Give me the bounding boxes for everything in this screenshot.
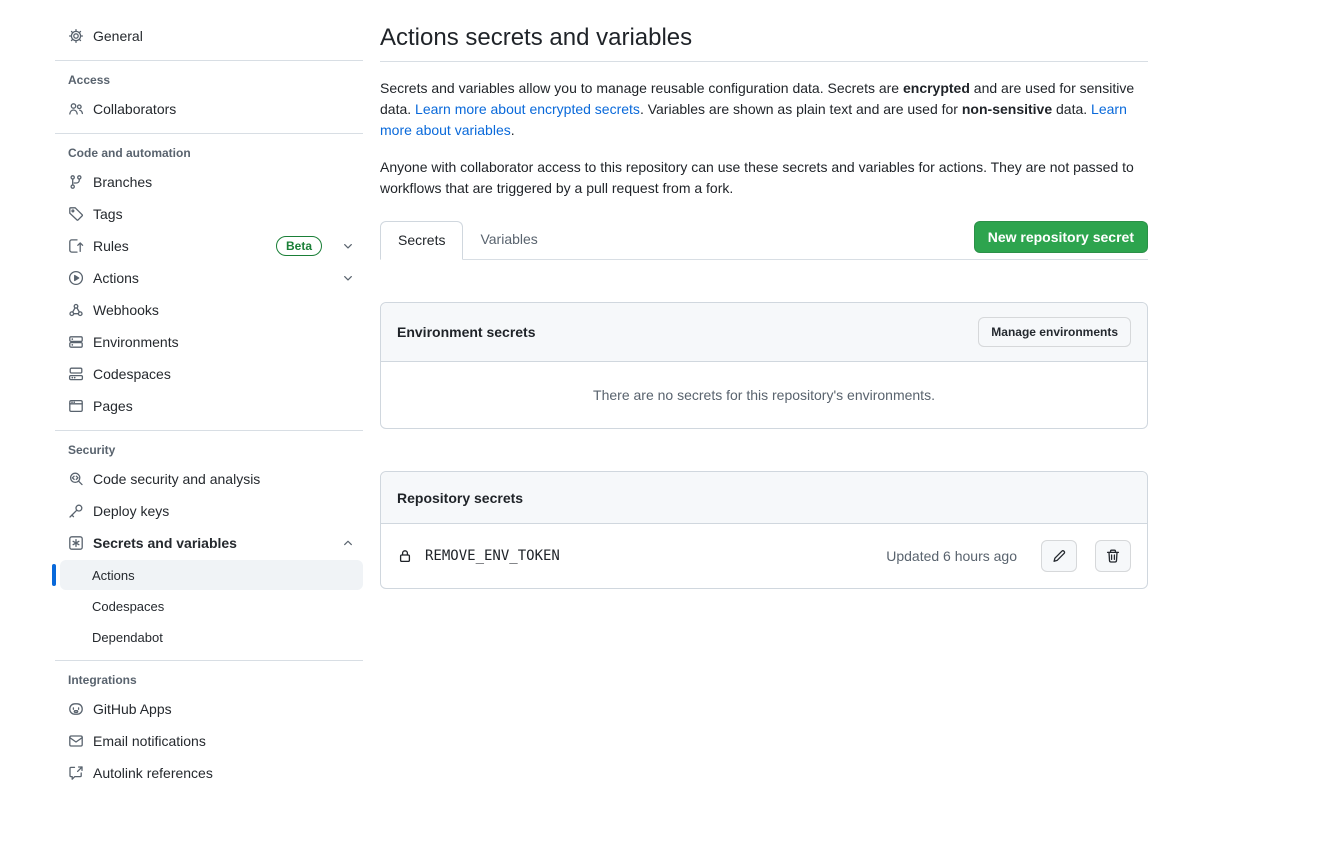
chevron-up-icon xyxy=(341,536,355,550)
people-icon xyxy=(68,101,84,117)
sidebar-item-label: GitHub Apps xyxy=(93,701,172,717)
chevron-down-icon xyxy=(341,271,355,285)
server-icon xyxy=(68,334,84,350)
secret-updated-timestamp: Updated 6 hours ago xyxy=(886,548,1017,564)
settings-sidebar: General Access Collaborators Code and au… xyxy=(55,20,363,789)
sidebar-item-webhooks[interactable]: Webhooks xyxy=(55,294,363,326)
manage-environments-button[interactable]: Manage environments xyxy=(978,317,1131,347)
beta-badge: Beta xyxy=(276,236,322,256)
sidebar-item-label: Codespaces xyxy=(93,366,171,382)
intro-text: data. xyxy=(1052,101,1091,117)
sidebar-item-codespaces[interactable]: Codespaces xyxy=(55,358,363,390)
subnav-item-dependabot[interactable]: Dependabot xyxy=(60,622,363,652)
intro-paragraph: Secrets and variables allow you to manag… xyxy=(380,78,1148,141)
git-branch-icon xyxy=(68,174,84,190)
codespaces-icon xyxy=(68,366,84,382)
rules-icon xyxy=(68,238,84,254)
tab-secrets[interactable]: Secrets xyxy=(380,221,463,260)
sidebar-item-label: Actions xyxy=(93,270,139,286)
environment-secrets-card: Environment secrets Manage environments … xyxy=(380,302,1148,429)
lock-icon xyxy=(397,548,413,564)
cross-reference-icon xyxy=(68,765,84,781)
sidebar-item-email-notifications[interactable]: Email notifications xyxy=(55,725,363,757)
sidebar-item-deploy-keys[interactable]: Deploy keys xyxy=(55,495,363,527)
sidebar-divider xyxy=(55,660,363,661)
environment-secrets-header: Environment secrets Manage environments xyxy=(381,303,1147,362)
sidebar-item-label: Collaborators xyxy=(93,101,176,117)
secrets-variables-subnav: Actions Codespaces Dependabot xyxy=(55,560,363,652)
new-repository-secret-button[interactable]: New repository secret xyxy=(974,221,1148,253)
secrets-variables-tabnav: Secrets Variables New repository secret xyxy=(380,221,1148,260)
sidebar-item-label: Autolink references xyxy=(93,765,213,781)
intro-text: Secrets and variables allow you to manag… xyxy=(380,80,903,96)
sidebar-item-label: Branches xyxy=(93,174,152,190)
sidebar-item-label: Webhooks xyxy=(93,302,159,318)
secret-row: REMOVE_ENV_TOKEN Updated 6 hours ago xyxy=(381,524,1147,588)
sidebar-item-branches[interactable]: Branches xyxy=(55,166,363,198)
codescan-icon xyxy=(68,471,84,487)
fork-access-paragraph: Anyone with collaborator access to this … xyxy=(380,157,1148,199)
sidebar-item-general[interactable]: General xyxy=(55,20,363,52)
mail-icon xyxy=(68,733,84,749)
sidebar-item-label: Tags xyxy=(93,206,123,222)
environment-secrets-title: Environment secrets xyxy=(397,324,536,340)
sidebar-item-label: Pages xyxy=(93,398,133,414)
play-icon xyxy=(68,270,84,286)
intro-bold-encrypted: encrypted xyxy=(903,80,970,96)
delete-secret-button[interactable] xyxy=(1095,540,1131,572)
repository-secrets-title: Repository secrets xyxy=(397,490,523,506)
page-title: Actions secrets and variables xyxy=(380,24,1148,62)
subnav-item-actions[interactable]: Actions xyxy=(60,560,363,590)
intro-text: . Variables are shown as plain text and … xyxy=(640,101,962,117)
sidebar-item-tags[interactable]: Tags xyxy=(55,198,363,230)
sidebar-item-label: Environments xyxy=(93,334,179,350)
sidebar-section-code-automation: Code and automation xyxy=(55,142,363,166)
gear-icon xyxy=(68,28,84,44)
sidebar-item-label: Code security and analysis xyxy=(93,471,260,487)
repository-secrets-header: Repository secrets xyxy=(381,472,1147,524)
sidebar-item-environments[interactable]: Environments xyxy=(55,326,363,358)
sidebar-section-integrations: Integrations xyxy=(55,669,363,693)
main-content: Actions secrets and variables Secrets an… xyxy=(380,0,1148,589)
tab-variables[interactable]: Variables xyxy=(463,221,554,258)
browser-icon xyxy=(68,398,84,414)
edit-secret-button[interactable] xyxy=(1041,540,1077,572)
tag-icon xyxy=(68,206,84,222)
link-encrypted-secrets[interactable]: Learn more about encrypted secrets xyxy=(415,101,640,117)
sidebar-section-security: Security xyxy=(55,439,363,463)
subnav-item-label: Dependabot xyxy=(92,630,163,645)
sidebar-item-secrets-variables[interactable]: Secrets and variables xyxy=(55,527,363,559)
sidebar-item-label: Email notifications xyxy=(93,733,206,749)
intro-text: . xyxy=(511,122,515,138)
sidebar-item-actions[interactable]: Actions xyxy=(55,262,363,294)
repository-secrets-card: Repository secrets REMOVE_ENV_TOKEN Upda… xyxy=(380,471,1148,589)
sidebar-item-rules[interactable]: Rules Beta xyxy=(55,230,363,262)
pencil-icon xyxy=(1051,548,1067,564)
sidebar-item-code-security[interactable]: Code security and analysis xyxy=(55,463,363,495)
key-icon xyxy=(68,503,84,519)
sidebar-item-autolink-references[interactable]: Autolink references xyxy=(55,757,363,789)
sidebar-item-label: Secrets and variables xyxy=(93,535,237,551)
sidebar-item-github-apps[interactable]: GitHub Apps xyxy=(55,693,363,725)
sidebar-item-label: Rules xyxy=(93,238,129,254)
sidebar-item-label: Deploy keys xyxy=(93,503,169,519)
sidebar-divider xyxy=(55,133,363,134)
chevron-down-icon xyxy=(341,239,355,253)
secret-name: REMOVE_ENV_TOKEN xyxy=(425,548,560,564)
robot-icon xyxy=(68,701,84,717)
trash-icon xyxy=(1105,548,1121,564)
intro-bold-non-sensitive: non-sensitive xyxy=(962,101,1052,117)
sidebar-section-access: Access xyxy=(55,69,363,93)
sidebar-item-collaborators[interactable]: Collaborators xyxy=(55,93,363,125)
sidebar-item-label: General xyxy=(93,28,143,44)
sidebar-item-pages[interactable]: Pages xyxy=(55,390,363,422)
webhook-icon xyxy=(68,302,84,318)
sidebar-divider xyxy=(55,430,363,431)
subnav-item-codespaces[interactable]: Codespaces xyxy=(60,591,363,621)
subnav-item-label: Actions xyxy=(92,568,135,583)
subnav-item-label: Codespaces xyxy=(92,599,164,614)
sidebar-divider xyxy=(55,60,363,61)
environment-secrets-empty-message: There are no secrets for this repository… xyxy=(381,362,1147,428)
asterisk-box-icon xyxy=(68,535,84,551)
